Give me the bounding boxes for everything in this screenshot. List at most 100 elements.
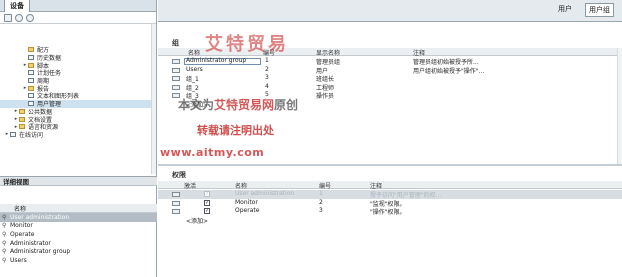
key-icon: ⚲: [2, 213, 7, 221]
tree-item[interactable]: ▸ 文档设置: [0, 115, 156, 124]
detail-view-header[interactable]: 详细视图: [0, 176, 157, 186]
folder-icon: [19, 124, 25, 130]
permission-icon: [172, 209, 180, 215]
detail-column-header: 名称: [0, 204, 157, 213]
add-permission-row[interactable]: <添加>: [158, 216, 622, 225]
group-cell-number: 2: [265, 65, 269, 73]
item-icon: [28, 93, 34, 99]
detail-item-label: Administrator group: [10, 248, 71, 256]
detail-list-item[interactable]: ⚲ Users: [0, 256, 157, 265]
tree-item-label: 在线访问: [19, 131, 44, 139]
watermark-text-a: 本文为: [178, 98, 215, 112]
tab-devices[interactable]: 设备: [4, 0, 30, 12]
permission-cell-name: Monitor: [235, 198, 258, 206]
item-icon: [28, 78, 34, 84]
permission-checkbox[interactable]: ✓: [204, 208, 210, 215]
groups-col-name: 名称: [188, 50, 201, 57]
forward-icon[interactable]: [26, 13, 34, 22]
watermark-text-c: 原创: [274, 98, 299, 112]
detail-list: ⚲ User administration ⚲ Monitor ⚲ Operate ⚲ Adm…: [0, 213, 157, 265]
item-icon: [28, 70, 34, 76]
group-row[interactable]: 组_1 3 班组长: [158, 74, 622, 83]
section-divider[interactable]: [158, 164, 622, 166]
group-row[interactable]: 组_2 4 工程师: [158, 83, 622, 92]
tree-item[interactable]: 用户管理: [0, 99, 156, 108]
permission-icon: [172, 200, 180, 206]
detail-view-title: 详细视图: [3, 178, 29, 186]
permissions-table-header: 激活 名称 编号 注释: [158, 181, 622, 190]
watermark-logo: 艾特贸易: [205, 34, 289, 55]
group-row[interactable]: Administrator group 1 管理员组 管理员组初始被授予所...: [158, 57, 622, 66]
watermark-url: www.aitmy.com: [160, 146, 265, 159]
detail-list-item[interactable]: ⚲ Administrator: [0, 239, 157, 248]
device-panel-header: 设备: [0, 0, 156, 12]
back-icon[interactable]: [15, 13, 23, 22]
tree-item[interactable]: ▸ 在线访问: [0, 131, 156, 139]
detail-list-item[interactable]: ⚲ Monitor: [0, 222, 157, 231]
folder-icon: [19, 108, 25, 114]
key-icon: ⚲: [2, 230, 7, 238]
tree-item[interactable]: 计划任务: [0, 69, 156, 77]
tree-item[interactable]: ▸ 脚本: [0, 61, 156, 70]
perm-col-active: 激活: [184, 183, 197, 190]
item-icon: [28, 55, 34, 61]
groups-section-title: 组: [172, 39, 179, 47]
device-toolbar: [0, 12, 156, 24]
folder-icon: [28, 85, 34, 91]
folder-icon: [19, 116, 25, 122]
permission-checkbox[interactable]: ✓: [204, 199, 210, 206]
group-icon: [172, 67, 180, 73]
detail-list-item[interactable]: ⚲ Operate: [0, 230, 157, 239]
project-tree: 配方 历史数据 ▸ 脚本 计划任务 周期 ▸ 报告 文本和图形列表 用户管理 ▸ 公共数据 ▸ 文档设置 ▸…: [0, 24, 156, 139]
add-permission-label[interactable]: <添加>: [186, 216, 208, 225]
perm-col-number: 编号: [319, 183, 332, 190]
group-cell-number: 1: [265, 57, 269, 64]
watermark-text-b: 艾特贸易网: [214, 98, 275, 112]
perm-col-comment: 注释: [370, 183, 383, 190]
tab-user-groups[interactable]: 用户组: [585, 3, 614, 17]
permission-cell-number: 1: [319, 190, 323, 197]
group-icon: [172, 76, 180, 82]
groups-col-comment: 注释: [413, 50, 426, 57]
permission-cell-name: User administration: [235, 190, 295, 197]
permissions-section-title: 权限: [172, 171, 186, 179]
permission-icon: [172, 192, 180, 197]
tab-users[interactable]: 用户: [555, 3, 575, 17]
group-cell-number: 3: [265, 74, 269, 82]
permission-cell-name: Operate: [235, 207, 260, 215]
permission-row[interactable]: ✓ Operate 3 "操作"权限。: [158, 207, 622, 216]
detail-item-label: Users: [10, 256, 27, 264]
item-icon: [28, 101, 34, 107]
device-panel: 设备 配方 历史数据 ▸ 脚本 计划任务 周期 ▸ 报告 文本和图形列表 用户管理 ▸ 公共数据 ▸ 文档…: [0, 0, 157, 277]
editor-top-bar: 用户 用户组: [158, 0, 622, 22]
groups-scrollbar[interactable]: [617, 48, 622, 164]
permission-row[interactable]: ✓ User administration 1 授予访问"用户管理"的权...: [158, 190, 622, 199]
group-cell-name: Users: [186, 65, 203, 73]
detail-list-item[interactable]: ⚲ User administration: [0, 213, 157, 222]
key-icon: ⚲: [2, 256, 7, 264]
tree-item[interactable]: 周期: [0, 77, 156, 85]
tree-scrollbar[interactable]: [151, 24, 156, 174]
group-icon: [172, 84, 180, 90]
tree-item[interactable]: 配方: [0, 46, 156, 54]
detail-item-label: Administrator: [10, 239, 51, 247]
key-icon: ⚲: [2, 248, 7, 256]
permission-checkbox[interactable]: ✓: [204, 191, 210, 197]
group-row[interactable]: Users 2 用户 用户组初始被授予"操作"...: [158, 66, 622, 75]
watermark-line-2: 转载请注明出处: [197, 124, 274, 137]
group-icon: [172, 59, 180, 64]
permission-cell-number: 3: [319, 207, 323, 215]
grid-view-icon[interactable]: [4, 13, 12, 22]
detail-item-label: Monitor: [10, 222, 33, 230]
tree-item[interactable]: 文本和图形列表: [0, 92, 156, 100]
key-icon: ⚲: [2, 239, 7, 247]
permission-cell-number: 2: [319, 198, 323, 206]
folder-icon: [28, 47, 34, 53]
tree-item[interactable]: ▸ 公共数据: [0, 108, 156, 116]
item-icon: [10, 131, 16, 137]
detail-item-label: User administration: [10, 213, 70, 221]
group-cell-name: Administrator group: [186, 57, 247, 64]
permission-row[interactable]: ✓ Monitor 2 "监视"权限。: [158, 199, 622, 208]
detail-list-item[interactable]: ⚲ Administrator group: [0, 247, 157, 256]
tree-item[interactable]: 历史数据: [0, 54, 156, 62]
